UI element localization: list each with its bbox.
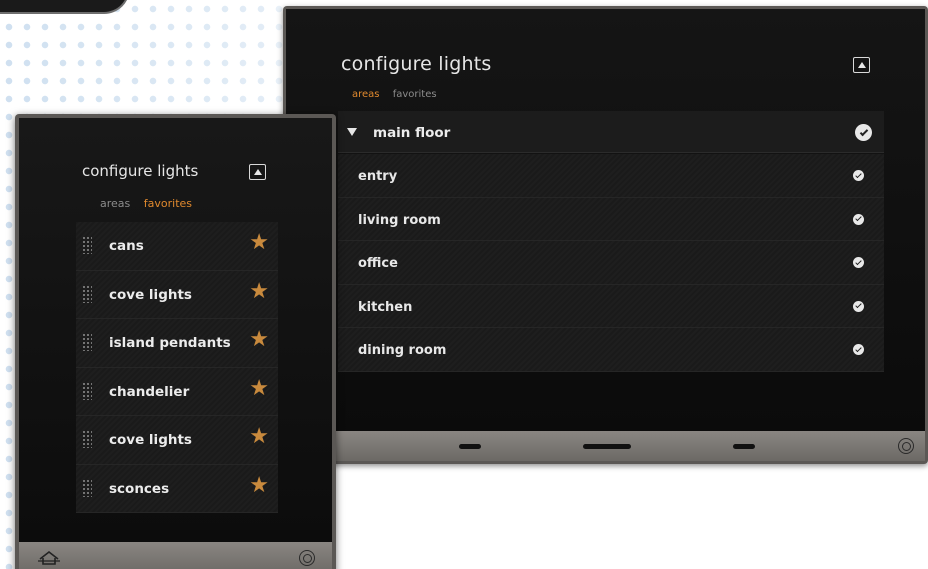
check-circle-icon[interactable] bbox=[853, 213, 864, 225]
list-item[interactable]: sconces ★ bbox=[76, 464, 278, 513]
drag-handle-icon[interactable] bbox=[82, 478, 92, 497]
landscape-tablet: configure lights areas favorites main fl… bbox=[283, 6, 928, 464]
drag-handle-icon[interactable] bbox=[82, 236, 92, 254]
area-label: dining room bbox=[358, 343, 447, 358]
area-row[interactable]: office bbox=[338, 241, 884, 285]
star-icon[interactable]: ★ bbox=[249, 329, 269, 351]
triangle-up-icon bbox=[253, 169, 262, 175]
area-label: office bbox=[358, 256, 398, 271]
favorite-label: sconces bbox=[109, 480, 170, 497]
check-circle-icon[interactable] bbox=[855, 124, 872, 141]
nav-dash-right[interactable] bbox=[733, 444, 755, 449]
favorite-label: cans bbox=[109, 238, 144, 254]
drag-handle-icon[interactable] bbox=[82, 430, 92, 448]
page-title: configure lights bbox=[341, 53, 492, 75]
collapse-button[interactable] bbox=[249, 164, 266, 180]
triangle-up-icon bbox=[857, 62, 866, 68]
area-row[interactable]: kitchen bbox=[338, 284, 884, 328]
favorite-label: cove lights bbox=[109, 432, 192, 448]
star-icon[interactable]: ★ bbox=[249, 474, 269, 497]
check-circle-icon[interactable] bbox=[853, 170, 864, 181]
portrait-screen: configure lights areas favorites cans ★ … bbox=[19, 118, 332, 542]
landscape-bottom-bar bbox=[286, 431, 925, 461]
tab-areas[interactable]: areas bbox=[100, 197, 130, 210]
tab-areas[interactable]: areas bbox=[352, 89, 380, 100]
background-device-corner bbox=[0, 0, 130, 14]
list-item[interactable]: chandelier ★ bbox=[76, 367, 278, 416]
star-icon[interactable]: ★ bbox=[249, 426, 269, 448]
area-label: kitchen bbox=[358, 299, 413, 315]
star-icon[interactable]: ★ bbox=[249, 232, 269, 254]
landscape-screen: configure lights areas favorites main fl… bbox=[286, 9, 925, 431]
tab-bar: areas favorites bbox=[100, 197, 202, 210]
nav-dash-center[interactable] bbox=[583, 444, 631, 449]
home-button-icon[interactable] bbox=[898, 438, 914, 454]
tab-favorites[interactable]: favorites bbox=[393, 89, 437, 100]
drag-handle-icon[interactable] bbox=[82, 381, 92, 400]
list-item[interactable]: cove lights ★ bbox=[76, 270, 278, 319]
area-row[interactable]: entry bbox=[338, 154, 884, 198]
page-title: configure lights bbox=[82, 162, 199, 180]
nav-dash-left[interactable] bbox=[459, 444, 481, 449]
favorite-label: chandelier bbox=[109, 383, 190, 400]
drag-handle-icon[interactable] bbox=[82, 284, 92, 303]
tab-bar: areas favorites bbox=[352, 89, 447, 100]
portrait-bottom-bar bbox=[19, 542, 332, 569]
star-icon[interactable]: ★ bbox=[249, 377, 269, 400]
favorite-label: island pendants bbox=[109, 335, 231, 351]
check-circle-icon[interactable] bbox=[853, 257, 864, 268]
list-item[interactable]: cans ★ bbox=[76, 222, 278, 271]
favorite-label: cove lights bbox=[109, 286, 192, 303]
group-row-main-floor[interactable]: main floor bbox=[338, 111, 884, 153]
portrait-tablet: configure lights areas favorites cans ★ … bbox=[15, 114, 336, 569]
list-item[interactable]: cove lights ★ bbox=[76, 416, 278, 465]
expand-arrow-icon[interactable] bbox=[347, 128, 357, 136]
star-icon[interactable]: ★ bbox=[249, 280, 269, 303]
collapse-button[interactable] bbox=[853, 57, 870, 73]
favorites-list: cans ★ cove lights ★ island pendants ★ c… bbox=[76, 222, 278, 513]
group-label: main floor bbox=[373, 125, 451, 141]
area-row[interactable]: dining room bbox=[338, 328, 884, 372]
area-label: living room bbox=[358, 212, 441, 228]
tab-favorites[interactable]: favorites bbox=[144, 197, 192, 210]
home-button-icon[interactable] bbox=[299, 550, 315, 566]
area-row[interactable]: living room bbox=[338, 197, 884, 241]
areas-list: main floor entry living room office kitc… bbox=[338, 111, 884, 379]
house-icon[interactable] bbox=[37, 550, 61, 566]
drag-handle-icon[interactable] bbox=[82, 333, 92, 351]
area-label: entry bbox=[358, 169, 398, 184]
check-circle-icon[interactable] bbox=[853, 300, 864, 312]
list-item[interactable]: island pendants ★ bbox=[76, 319, 278, 368]
check-circle-icon[interactable] bbox=[853, 344, 864, 355]
